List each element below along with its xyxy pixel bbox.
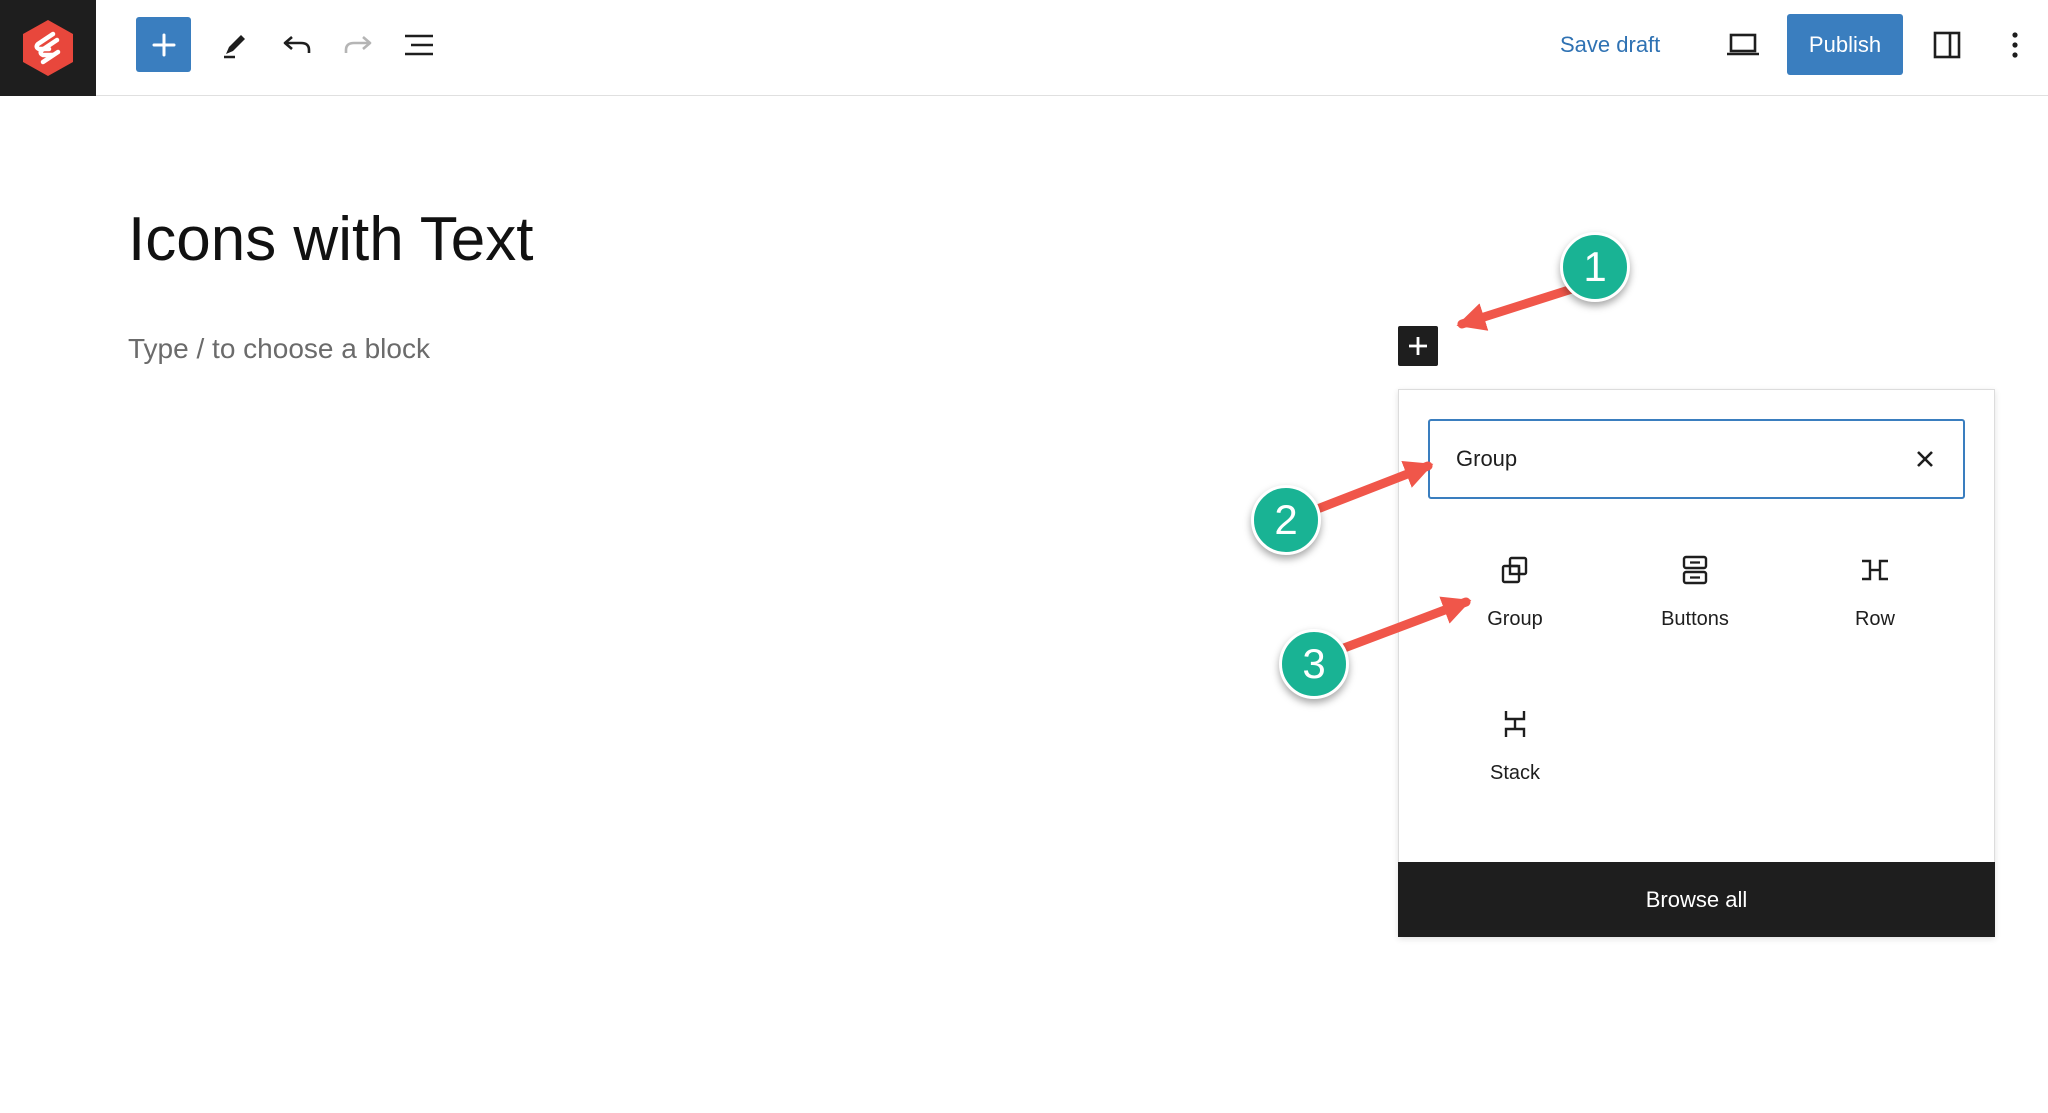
- block-option-group[interactable]: Group: [1440, 538, 1590, 658]
- buttons-icon: [1675, 550, 1715, 590]
- block-search-field: [1428, 419, 1965, 499]
- save-draft-button[interactable]: Save draft: [1560, 28, 1660, 62]
- block-option-label: Group: [1487, 608, 1543, 630]
- block-placeholder[interactable]: Type / to choose a block: [128, 330, 430, 368]
- undo-icon: [283, 36, 311, 53]
- add-block-button[interactable]: [136, 17, 191, 72]
- group-icon: [1495, 550, 1535, 590]
- tools-button[interactable]: [210, 20, 260, 70]
- preview-button[interactable]: [1718, 20, 1768, 70]
- quick-inserter-popover: Group Buttons Row: [1398, 389, 1995, 937]
- sidebar-icon: [1933, 31, 1961, 59]
- row-icon: [1855, 550, 1895, 590]
- step-badge-2: 2: [1251, 485, 1321, 555]
- stack-icon: [1495, 704, 1535, 744]
- block-option-row[interactable]: Row: [1800, 538, 1950, 658]
- redo-button[interactable]: [333, 20, 383, 70]
- logo-icon: [23, 20, 73, 76]
- list-view-icon: [405, 34, 433, 56]
- block-option-label: Row: [1854, 608, 1895, 630]
- document-overview-button[interactable]: [394, 20, 444, 70]
- block-option-label: Stack: [1489, 762, 1541, 784]
- block-search-input[interactable]: [1430, 421, 1900, 497]
- step-badge-3: 3: [1279, 629, 1349, 699]
- arrow-1: [1456, 284, 1577, 331]
- block-option-stack[interactable]: Stack: [1440, 692, 1590, 812]
- clear-search-button[interactable]: [1905, 439, 1945, 479]
- desktop-preview-icon: [1727, 33, 1759, 56]
- browse-all-button[interactable]: Browse all: [1398, 862, 1995, 937]
- post-title[interactable]: Icons with Text: [128, 200, 533, 280]
- close-icon: [1917, 451, 1933, 467]
- options-menu-button[interactable]: [1990, 20, 2040, 70]
- settings-sidebar-button[interactable]: [1922, 20, 1972, 70]
- plus-icon: [1409, 337, 1427, 355]
- editor-toolbar: Save draft Publish: [0, 0, 2048, 96]
- redo-icon: [344, 36, 372, 53]
- publish-button[interactable]: Publish: [1787, 14, 1903, 75]
- more-vertical-icon: [2012, 32, 2018, 58]
- pencil-icon: [224, 35, 245, 59]
- plus-icon: [152, 33, 175, 56]
- block-option-buttons[interactable]: Buttons: [1620, 538, 1770, 658]
- inline-add-block-button[interactable]: [1398, 326, 1438, 366]
- block-option-label: Buttons: [1661, 608, 1729, 630]
- step-badge-1: 1: [1560, 232, 1630, 302]
- site-logo-button[interactable]: [0, 0, 96, 96]
- undo-button[interactable]: [272, 20, 322, 70]
